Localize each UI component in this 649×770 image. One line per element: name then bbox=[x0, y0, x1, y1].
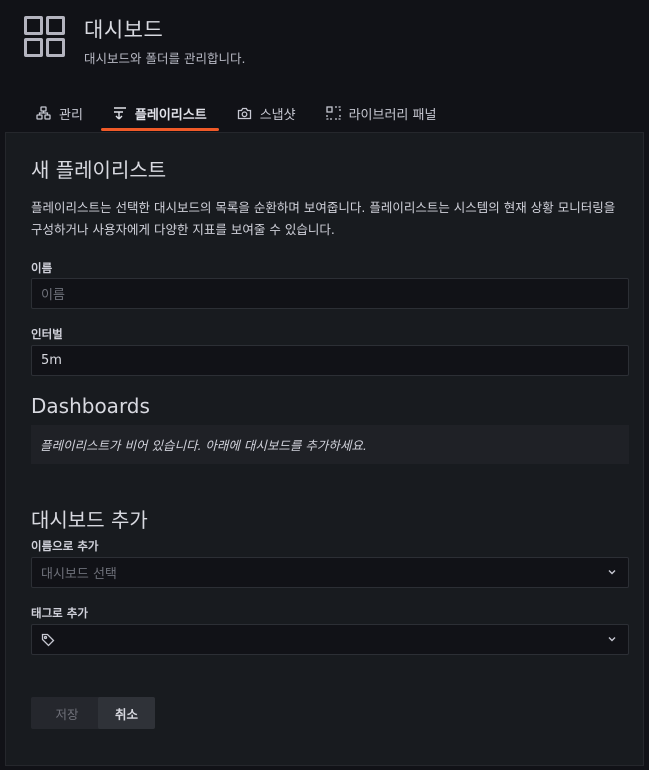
dashboards-title: Dashboards bbox=[31, 394, 150, 418]
dashboard-select[interactable]: 대시보드 선택 bbox=[31, 557, 629, 588]
page-subtitle: 대시보드와 폴더를 관리합니다. bbox=[84, 51, 246, 66]
tab-snapshots-label: 스냅샷 bbox=[259, 107, 296, 123]
interval-input[interactable]: 5m bbox=[31, 345, 629, 376]
tab-playlists-label: 플레이리스트 bbox=[134, 107, 207, 123]
empty-playlist-message: 플레이리스트가 비어 있습니다. 아래에 대시보드를 추가하세요. bbox=[31, 425, 629, 464]
add-by-tag-label: 태그로 추가 bbox=[31, 606, 88, 620]
add-by-name-label: 이름으로 추가 bbox=[31, 539, 99, 553]
tag-select[interactable] bbox=[31, 624, 629, 655]
interval-value: 5m bbox=[41, 353, 62, 368]
form-title: 새 플레이리스트 bbox=[31, 158, 167, 182]
new-playlist-panel: 새 플레이리스트 플레이리스트는 선택한 대시보드의 목록을 순환하며 보여줍니… bbox=[5, 132, 644, 766]
form-description: 플레이리스트는 선택한 대시보드의 목록을 순환하며 보여줍니다. 플레이리스트… bbox=[31, 200, 616, 237]
chevron-down-icon bbox=[606, 566, 618, 582]
add-dashboard-title: 대시보드 추가 bbox=[31, 508, 148, 532]
dashboard-select-placeholder: 대시보드 선택 bbox=[41, 567, 117, 582]
page-header: 대시보드 대시보드와 폴더를 관리합니다. bbox=[24, 16, 245, 67]
tag-icon bbox=[41, 633, 55, 647]
interval-label: 인터벌 bbox=[31, 327, 63, 341]
tab-manage[interactable]: 관리 bbox=[24, 96, 95, 130]
camera-icon bbox=[237, 107, 252, 120]
page-title: 대시보드 bbox=[84, 18, 164, 42]
tab-bar: 관리 플레이리스트 스냅샷 라이브러리 패널 bbox=[24, 96, 448, 132]
chevron-down-icon bbox=[606, 633, 618, 649]
tab-library-panels[interactable]: 라이브러리 패널 bbox=[314, 96, 449, 130]
tab-manage-label: 관리 bbox=[59, 107, 83, 123]
tab-playlists[interactable]: 플레이리스트 bbox=[100, 96, 219, 131]
sitemap-icon bbox=[36, 106, 51, 120]
dashboard-grid-icon bbox=[24, 16, 66, 58]
cancel-button[interactable]: 취소 bbox=[98, 697, 155, 729]
save-button[interactable]: 저장 bbox=[31, 697, 103, 729]
name-input[interactable]: 이름 bbox=[31, 278, 629, 309]
library-panel-icon bbox=[325, 106, 341, 120]
name-placeholder: 이름 bbox=[41, 288, 65, 303]
playlist-icon bbox=[113, 106, 127, 120]
tab-snapshots[interactable]: 스냅샷 bbox=[225, 96, 308, 130]
tab-library-panels-label: 라이브러리 패널 bbox=[348, 107, 437, 123]
name-label: 이름 bbox=[31, 261, 53, 275]
